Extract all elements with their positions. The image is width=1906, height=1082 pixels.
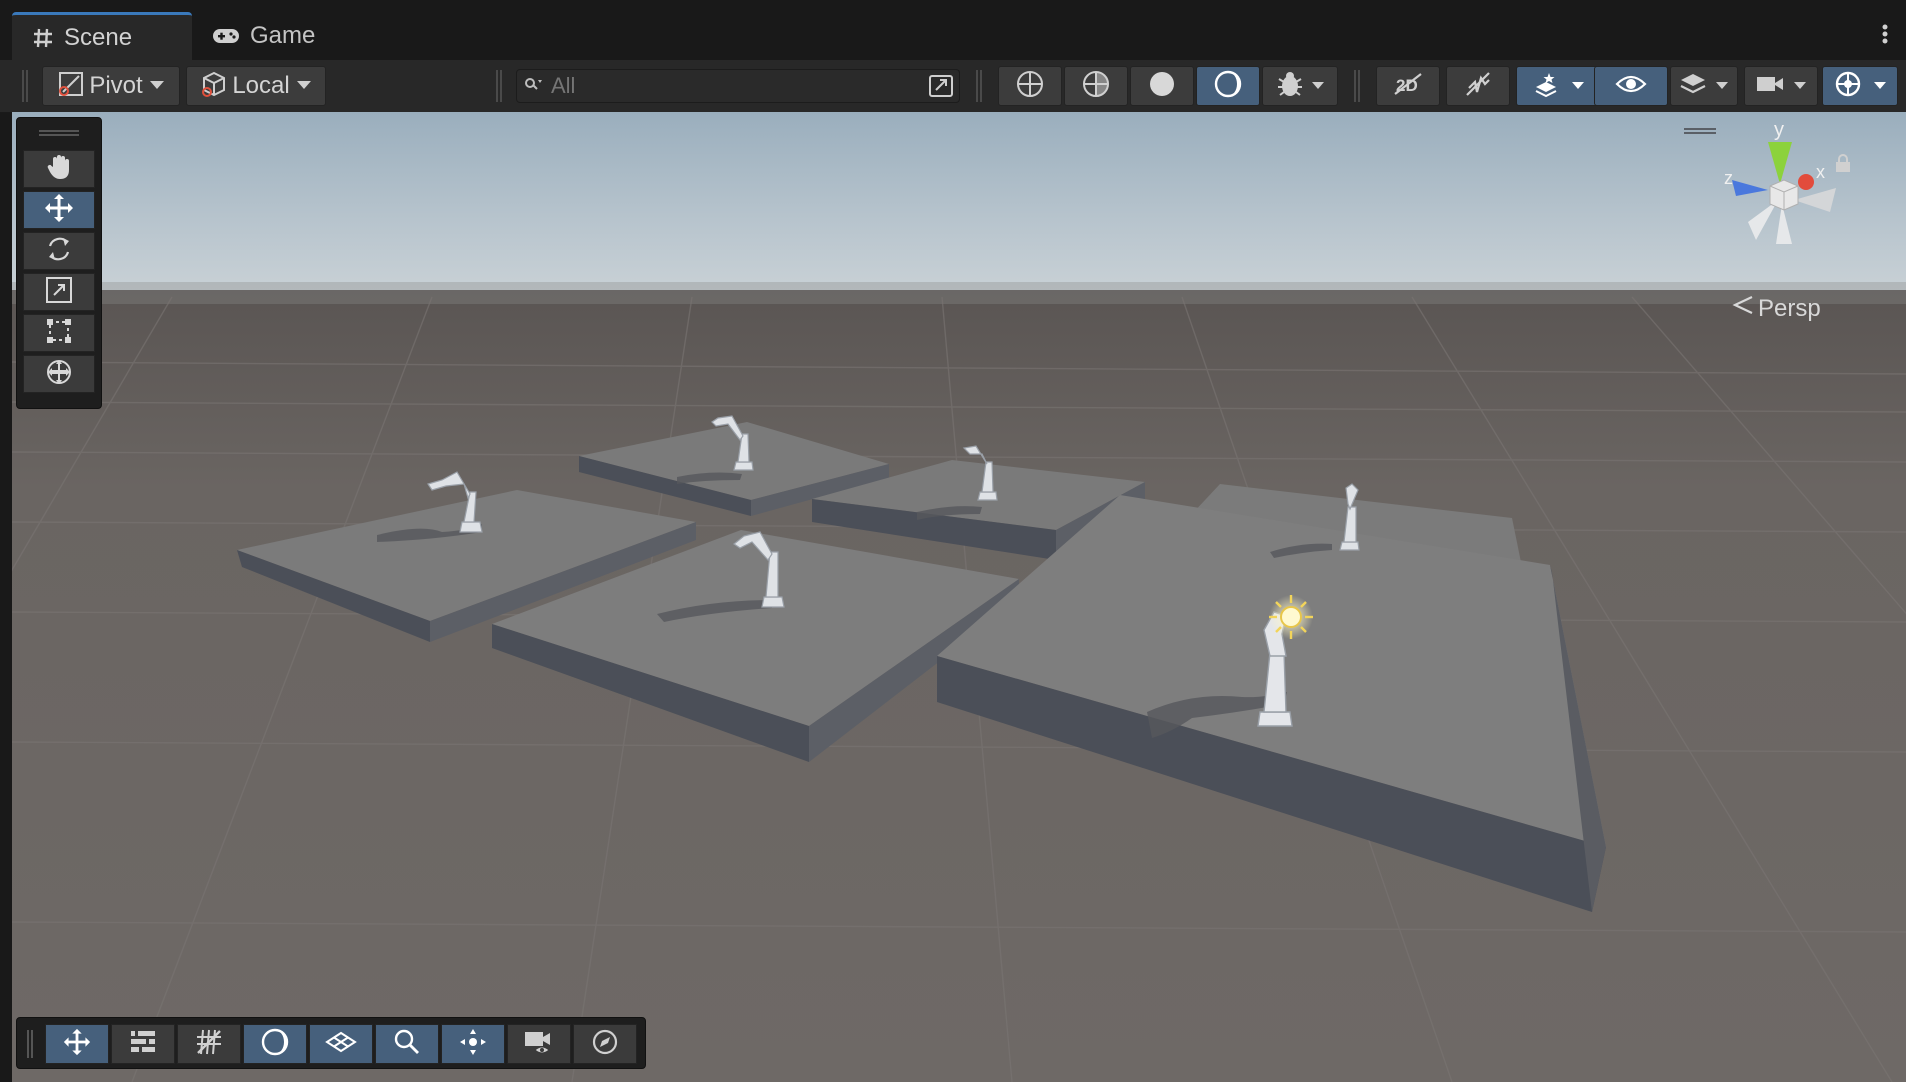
scene-viewport[interactable]: y x z Persp	[12, 112, 1906, 1082]
rotate-tool-icon	[44, 234, 74, 269]
chevron-down-icon	[1571, 77, 1585, 95]
scale-tool-icon	[44, 275, 74, 310]
bug-icon	[1275, 69, 1305, 104]
move-tool-icon	[43, 192, 75, 229]
gizmo-z-label: z	[1724, 168, 1733, 188]
grid-snap-icon	[194, 1027, 224, 1062]
camera-icon	[1755, 73, 1785, 100]
tab-scene[interactable]: Scene	[12, 12, 192, 60]
rect-tool-button[interactable]	[23, 314, 95, 352]
scene-render	[12, 112, 1906, 1082]
chevron-down-icon	[149, 77, 165, 95]
chevron-down-icon	[1793, 77, 1807, 95]
camera-settings-dropdown[interactable]	[1744, 66, 1818, 106]
tab-game[interactable]: Game	[192, 12, 352, 60]
scale-tool-button[interactable]	[23, 273, 95, 311]
chevron-down-icon	[296, 77, 312, 95]
2d-toggle-button[interactable]: 2D	[1376, 66, 1440, 106]
shaded-button[interactable]	[1130, 66, 1194, 106]
shaded-wireframe-button[interactable]	[1064, 66, 1128, 106]
tool-palette	[16, 117, 102, 409]
overlay-grid-snapping-button[interactable]	[177, 1024, 241, 1064]
chevron-down-icon	[1715, 77, 1729, 95]
gizmo-globe-icon	[1833, 69, 1863, 104]
overlay-lighting-button[interactable]	[243, 1024, 307, 1064]
sliders-icon	[128, 1028, 158, 1061]
lit-sphere-icon	[1213, 69, 1243, 104]
projection-label: Persp	[1758, 294, 1821, 322]
search-icon	[525, 77, 543, 96]
overlay-navigation-button[interactable]	[441, 1024, 505, 1064]
hand-tool-icon	[44, 152, 74, 187]
move-tool-icon	[62, 1027, 92, 1062]
scene-toolbar: Pivot Local 2D	[0, 60, 1906, 113]
navigation-icon	[458, 1027, 488, 1062]
lock-icon[interactable]	[1836, 154, 1850, 172]
overlay-grid-button[interactable]	[309, 1024, 373, 1064]
hand-tool-button[interactable]	[23, 150, 95, 188]
local-global-dropdown[interactable]: Local	[186, 66, 326, 106]
overlay-camera-button[interactable]	[507, 1024, 571, 1064]
editor-tab-bar: Scene Game	[0, 0, 1906, 60]
scene-search-field[interactable]	[516, 69, 960, 103]
toolbar-grip[interactable]	[976, 70, 982, 102]
move-tool-button[interactable]	[23, 191, 95, 229]
shaded-wireframe-sphere-icon	[1081, 69, 1111, 104]
grid-plane-icon	[325, 1028, 357, 1061]
toolbar-grip[interactable]	[22, 70, 28, 102]
camera-eye-icon	[523, 1028, 555, 1061]
overlay-toolbar	[16, 1017, 646, 1069]
audio-toggle-button[interactable]	[1446, 66, 1510, 106]
2d-toggle-icon: 2D	[1392, 71, 1424, 102]
wireframe-sphere-icon	[1015, 69, 1045, 104]
overlay-grip[interactable]	[27, 1030, 33, 1058]
search-filter-icon[interactable]	[927, 73, 955, 104]
local-space-icon	[200, 70, 228, 103]
lit-sphere-icon	[260, 1027, 290, 1062]
projection-toggle[interactable]: Persp	[1732, 294, 1821, 323]
local-label: Local	[232, 72, 290, 99]
palette-grip[interactable]	[39, 130, 79, 136]
tab-game-label: Game	[250, 22, 316, 49]
grid-hash-icon	[32, 27, 54, 49]
shaded-sphere-icon	[1147, 69, 1177, 104]
toolbar-grip[interactable]	[496, 70, 502, 102]
pivot-dropdown[interactable]: Pivot	[42, 66, 180, 106]
pivot-label: Pivot	[89, 72, 143, 99]
overlay-transform-button[interactable]	[45, 1024, 109, 1064]
gizmo-x-label: x	[1816, 162, 1825, 182]
compass-icon	[590, 1027, 620, 1062]
eye-icon	[1615, 73, 1647, 100]
transform-tool-button[interactable]	[23, 355, 95, 393]
gamepad-icon	[212, 26, 240, 46]
transform-tool-icon	[44, 357, 74, 392]
effects-dropdown[interactable]	[1516, 66, 1600, 106]
toolbar-grip[interactable]	[1354, 70, 1360, 102]
more-options-icon[interactable]	[1882, 24, 1888, 49]
overlay-view-options-button[interactable]	[111, 1024, 175, 1064]
tab-scene-label: Scene	[64, 23, 133, 51]
wireframe-shading-button[interactable]	[998, 66, 1062, 106]
layers-dropdown[interactable]	[1670, 66, 1738, 106]
orientation-gizmo[interactable]: y x z	[1712, 119, 1862, 282]
search-input[interactable]	[549, 72, 913, 100]
directional-light-icon	[1269, 595, 1313, 639]
perspective-icon	[1732, 294, 1754, 323]
layers-icon	[1679, 71, 1707, 102]
gizmo-y-label: y	[1774, 122, 1784, 141]
rotate-tool-button[interactable]	[23, 232, 95, 270]
gizmos-dropdown[interactable]	[1822, 66, 1898, 106]
overlay-compass-button[interactable]	[573, 1024, 637, 1064]
pivot-icon	[57, 70, 85, 103]
rect-tool-icon	[44, 316, 74, 351]
magnifier-icon	[393, 1028, 421, 1061]
overlay-search-button[interactable]	[375, 1024, 439, 1064]
scene-visibility-button[interactable]	[1594, 66, 1668, 106]
chevron-down-icon	[1311, 77, 1325, 95]
debug-draw-dropdown[interactable]	[1262, 66, 1338, 106]
chevron-down-icon	[1873, 77, 1887, 95]
audio-mute-icon	[1463, 70, 1493, 103]
scene-effects-icon	[1531, 70, 1561, 103]
lit-shading-button[interactable]	[1196, 66, 1260, 106]
